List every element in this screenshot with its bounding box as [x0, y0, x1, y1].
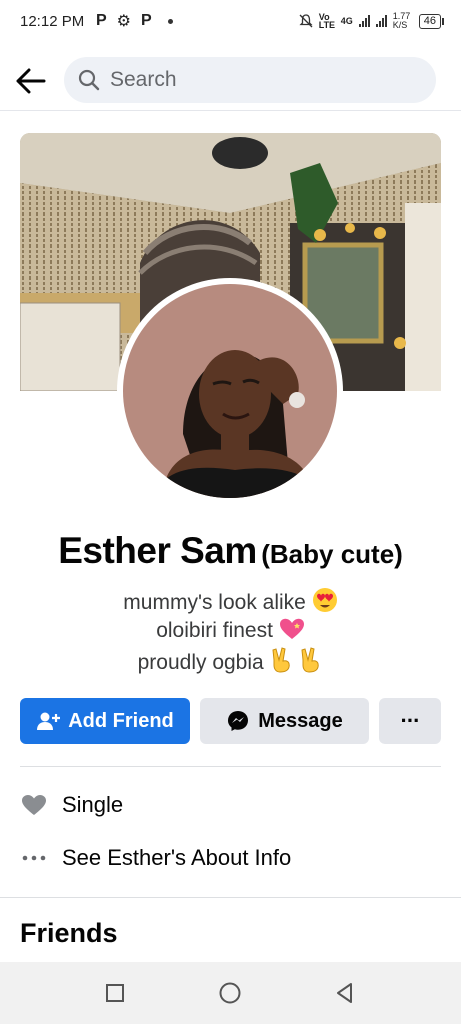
status-right-icons: Vo LTE 4G 1.77 K/S 46 — [299, 11, 445, 30]
more-notifications-dot — [167, 18, 173, 24]
status-time: 12:12 PM — [20, 13, 85, 30]
search-header — [0, 52, 461, 110]
profile-name: Esther Sam — [58, 530, 257, 571]
message-label: Message — [258, 709, 343, 732]
heart-eyes-emoji-icon — [312, 588, 337, 612]
notification-p-icon-2: P — [141, 12, 152, 29]
more-dots-icon — [20, 855, 48, 861]
more-options-button[interactable]: ··· — [379, 698, 441, 744]
notification-p-icon: P — [96, 12, 107, 29]
search-icon — [78, 69, 100, 91]
friends-heading: Friends — [20, 918, 118, 948]
system-back-button[interactable] — [332, 980, 358, 1006]
about-info-text: See Esther's About Info — [62, 845, 292, 870]
victory-hand-emoji-icon-2 — [301, 647, 320, 673]
friends-divider — [0, 897, 461, 898]
settings-notification-icon: ⚙ — [116, 13, 132, 30]
bio-line-3: proudly ogbia — [0, 647, 461, 675]
bio-line-2: oloibiri finest — [0, 617, 461, 643]
triangle-back-icon — [337, 983, 352, 1003]
profile-name-row: Esther Sam (Baby cute) — [0, 530, 461, 572]
signal-icon-2 — [375, 15, 387, 27]
victory-hand-emoji-icon — [272, 647, 290, 673]
sparkling-heart-emoji-icon — [279, 618, 304, 639]
system-navigation-bar — [0, 962, 461, 1024]
bio-line-1: mummy's look alike — [0, 587, 461, 615]
add-friend-icon — [37, 712, 61, 730]
bio-text-2: oloibiri finest — [156, 619, 273, 642]
add-friend-button[interactable]: Add Friend — [20, 698, 190, 744]
search-input[interactable] — [108, 67, 412, 93]
battery-icon: 46 — [418, 13, 445, 29]
network-label: 4G — [340, 16, 353, 26]
add-friend-label: Add Friend — [68, 709, 174, 732]
relationship-status-row: Single — [20, 790, 123, 820]
home-button[interactable] — [217, 980, 243, 1006]
status-bar: 12:12 PM P ⚙ P Vo LTE 4G 1.77 K/S 46 — [0, 0, 461, 46]
profile-picture[interactable] — [123, 284, 337, 498]
back-arrow-icon — [16, 68, 46, 94]
mute-bell-icon — [299, 14, 313, 28]
bio-text-3: proudly ogbia — [137, 651, 264, 674]
circle-icon — [219, 982, 241, 1004]
about-info-link[interactable]: See Esther's About Info — [20, 843, 291, 873]
more-dots-icon: ··· — [400, 708, 421, 733]
header-divider — [0, 110, 461, 111]
back-button[interactable] — [14, 64, 48, 98]
search-bar[interactable] — [64, 57, 436, 103]
speed-label: 1.77 K/S — [392, 11, 411, 30]
square-icon — [106, 984, 124, 1002]
heart-icon — [20, 794, 48, 816]
profile-nickname: (Baby cute) — [261, 539, 403, 569]
messenger-icon — [228, 711, 249, 731]
avatar-image — [123, 284, 337, 498]
bio-text-1: mummy's look alike — [123, 591, 306, 614]
recent-apps-button[interactable] — [102, 980, 128, 1006]
signal-icon — [358, 15, 370, 27]
relationship-status-text: Single — [62, 792, 124, 817]
notification-icons: P ⚙ P — [96, 11, 173, 31]
section-divider — [20, 766, 441, 767]
volte-label: Vo LTE — [318, 12, 336, 30]
message-button[interactable]: Message — [200, 698, 369, 744]
